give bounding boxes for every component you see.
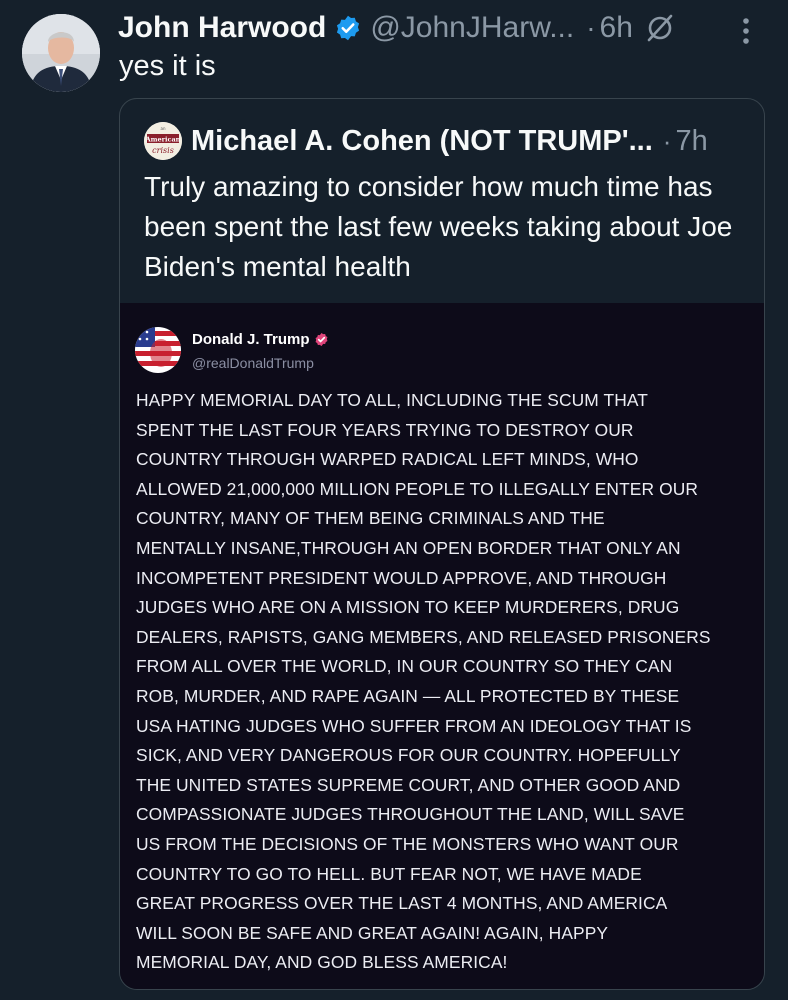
- embedded-post-line: ALLOWED 21,000,000 MILLION PEOPLE TO ILL…: [136, 478, 699, 499]
- time-separator: ·: [586, 12, 596, 43]
- verified-badge-icon[interactable]: [334, 14, 362, 42]
- embedded-post-line: GREAT PROGRESS OVER THE LAST 4 MONTHS, A…: [136, 893, 668, 914]
- embedded-post-line: MENTALLY INSANE,THROUGH AN OPEN BORDER T…: [136, 537, 681, 558]
- embedded-post-line: DEALERS, RAPISTS, GANG MEMBERS, AND RELE…: [136, 626, 711, 647]
- embedded-post-line: US FROM THE DECISIONS OF THE MONSTERS WH…: [136, 833, 679, 854]
- embedded-post-line: COMPASSIONATE JUDGES THROUGHOUT THE LAND…: [136, 804, 685, 825]
- embedded-post-line: JUDGES WHO ARE ON A MISSION TO KEEP MURD…: [136, 597, 680, 618]
- tweet-header: John Harwood @JohnJHarw... · 6h: [118, 8, 675, 48]
- embedded-post-line: COUNTRY, MANY OF THEM BEING CRIMINALS AN…: [136, 508, 605, 529]
- embedded-post-line: THE UNITED STATES SUPREME COURT, AND OTH…: [136, 774, 681, 795]
- quoted-author-avatar[interactable]: American crisis an: [144, 122, 182, 160]
- embedded-post-line: HAPPY MEMORIAL DAY TO ALL, INCLUDING THE…: [136, 390, 649, 410]
- tweet-time[interactable]: 6h: [600, 11, 633, 45]
- more-options-icon[interactable]: [736, 14, 756, 48]
- tweet-text: yes it is: [119, 50, 216, 82]
- embedded-post-line: FROM ALL OVER THE WORLD, IN OUR COUNTRY …: [136, 656, 673, 677]
- embedded-post-line: COUNTRY THROUGH WARPED RADICAL LEFT MIND…: [136, 449, 639, 470]
- quoted-author-display-name[interactable]: Michael A. Cohen (NOT TRUMP'...: [191, 125, 653, 158]
- grok-icon[interactable]: [645, 13, 675, 43]
- svg-text:an: an: [161, 126, 166, 131]
- embedded-author-name-row: Donald J. Trump: [192, 331, 329, 348]
- embedded-author-display-name: Donald J. Trump: [192, 331, 310, 348]
- svg-text:crisis: crisis: [152, 146, 174, 155]
- svg-text:American: American: [145, 136, 181, 144]
- quoted-tweet-card[interactable]: American crisis an Michael A. Cohen (NOT…: [119, 98, 765, 990]
- embedded-post-line: COUNTRY TO GO TO HELL. BUT FEAR NOT, WE …: [136, 863, 642, 884]
- author-handle[interactable]: @JohnJHarw...: [370, 11, 574, 45]
- embedded-post-text: HAPPY MEMORIAL DAY TO ALL, INCLUDING THE…: [136, 386, 752, 978]
- embedded-post-line: MEMORIAL DAY, AND GOD BLESS AMERICA!: [136, 952, 508, 973]
- author-avatar[interactable]: [22, 14, 100, 92]
- embedded-post-line: SICK, AND VERY DANGEROUS FOR OUR COUNTRY…: [136, 745, 681, 766]
- author-display-name[interactable]: John Harwood: [118, 11, 326, 45]
- embedded-author-avatar: [135, 327, 181, 373]
- quoted-time-separator: ·: [662, 125, 672, 156]
- embedded-post-line: WILL SOON BE SAFE AND GREAT AGAIN! AGAIN…: [136, 922, 609, 943]
- embedded-author-handle: @realDonaldTrump: [192, 355, 314, 371]
- embedded-post-line: USA HATING JUDGES WHO SUFFER FROM AN IDE…: [136, 715, 692, 736]
- embedded-verified-badge-icon: [314, 332, 329, 347]
- quoted-tweet-text: Truly amazing to consider how much time …: [144, 171, 733, 282]
- quoted-tweet-time[interactable]: 7h: [675, 125, 707, 158]
- quoted-tweet-header: American crisis an Michael A. Cohen (NOT…: [144, 121, 708, 161]
- embedded-post-image[interactable]: Donald J. Trump @realDonaldTrump HAPPY M…: [120, 303, 764, 989]
- embedded-post-line: ROB, MURDER, AND RAPE AGAIN — ALL PROTEC…: [136, 685, 680, 706]
- embedded-post-line: INCOMPETENT PRESIDENT WOULD APPROVE, AND…: [136, 567, 667, 588]
- embedded-post-line: SPENT THE LAST FOUR YEARS TRYING TO DEST…: [136, 419, 634, 440]
